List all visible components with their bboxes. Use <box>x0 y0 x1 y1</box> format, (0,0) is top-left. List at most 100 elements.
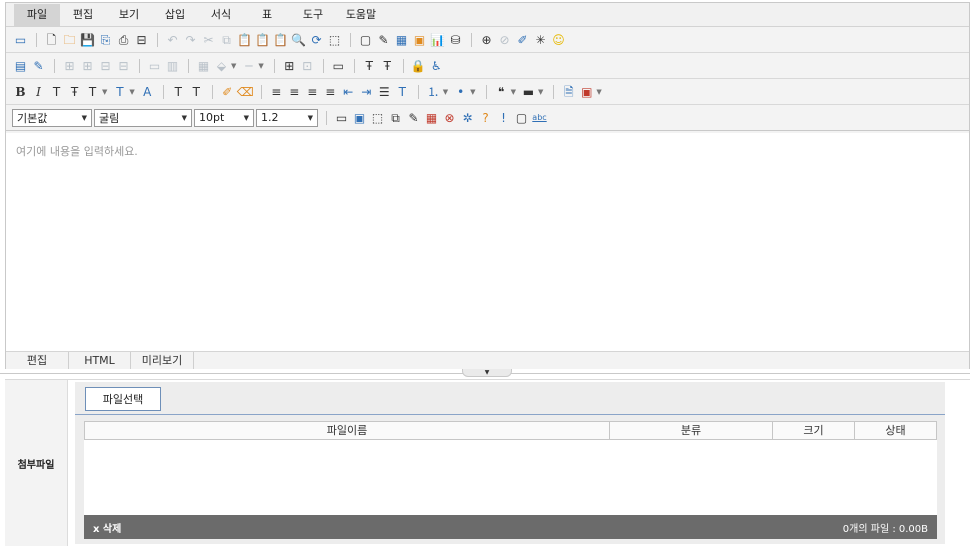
new-document-icon[interactable]: 🗋 <box>43 31 60 49</box>
align-left-icon[interactable]: ≡ <box>268 83 285 101</box>
delete-column-icon[interactable]: ⊟ <box>115 57 132 75</box>
dropdown-arrow-icon[interactable]: ▼ <box>596 88 601 96</box>
widget-icon[interactable]: ▣ <box>578 83 595 101</box>
line-height-icon[interactable]: ☰ <box>376 83 393 101</box>
blockquote-icon[interactable]: ❝ <box>493 83 510 101</box>
remove-icon[interactable]: ⊗ <box>441 109 458 127</box>
link-icon[interactable]: ⛁ <box>447 31 464 49</box>
font-color-icon[interactable]: T <box>84 83 101 101</box>
resize-handle[interactable]: ▼ <box>462 369 512 377</box>
tab-html[interactable]: HTML <box>69 352 131 369</box>
align-right-icon[interactable]: ≡ <box>304 83 321 101</box>
dropdown-arrow-icon[interactable]: ▼ <box>538 88 543 96</box>
help-icon[interactable]: ? <box>477 109 494 127</box>
tab-preview[interactable]: 미리보기 <box>131 352 194 369</box>
preview-icon[interactable]: ▢ <box>513 109 530 127</box>
text-style-icon[interactable]: Ŧ <box>361 57 378 75</box>
copy-icon[interactable]: ⧉ <box>218 31 235 49</box>
paragraph-icon[interactable]: T <box>394 83 411 101</box>
maximize-icon[interactable]: ⬚ <box>369 109 386 127</box>
save-as-icon[interactable]: ⎘ <box>97 31 114 49</box>
dropdown-arrow-icon[interactable]: ▼ <box>258 62 263 70</box>
open-icon[interactable]: ▭ <box>12 31 29 49</box>
eraser-icon[interactable]: ⌫ <box>237 83 254 101</box>
superscript-icon[interactable]: T <box>188 83 205 101</box>
accessibility-icon[interactable]: ♿ <box>428 57 445 75</box>
dropdown-arrow-icon[interactable]: ▼ <box>470 88 475 96</box>
cell-border-icon[interactable]: ─ <box>240 57 257 75</box>
info-icon[interactable]: ! <box>495 109 512 127</box>
ordered-list-icon[interactable]: ⒈ <box>425 83 442 101</box>
merge-cells-icon[interactable]: ▭ <box>146 57 163 75</box>
chart-icon[interactable]: 📊 <box>429 31 446 49</box>
table-edit-icon[interactable]: ✎ <box>30 57 47 75</box>
document-info-icon[interactable]: 🗎 <box>560 83 577 101</box>
pdf-icon[interactable]: ▦ <box>423 109 440 127</box>
menu-view[interactable]: 보기 <box>106 4 152 26</box>
clear-format-icon[interactable]: A <box>139 83 156 101</box>
undo-icon[interactable]: ↶ <box>164 31 181 49</box>
editor-content[interactable]: 여기에 내용을 입력하세요. <box>6 133 969 351</box>
abc-check-icon[interactable]: abc <box>531 109 548 127</box>
page-setup-icon[interactable]: ⊟ <box>133 31 150 49</box>
replace-icon[interactable]: ⟳ <box>308 31 325 49</box>
settings-icon[interactable]: ✲ <box>459 109 476 127</box>
indent-icon[interactable]: ⇥ <box>358 83 375 101</box>
emoticon-icon[interactable]: ☺ <box>550 31 567 49</box>
strikethrough-icon[interactable]: Ŧ <box>66 83 83 101</box>
subscript-icon[interactable]: T <box>170 83 187 101</box>
bullet-list-icon[interactable]: • <box>452 83 469 101</box>
delete-row-icon[interactable]: ⊟ <box>97 57 114 75</box>
pen-icon[interactable]: ✐ <box>514 31 531 49</box>
font-size-select[interactable]: 10pt ▼ <box>194 108 254 127</box>
menu-edit[interactable]: 편집 <box>60 4 106 26</box>
cut-icon[interactable]: ✂ <box>200 31 217 49</box>
full-screen-icon[interactable]: ▣ <box>351 109 368 127</box>
menu-insert[interactable]: 삽입 <box>152 4 198 26</box>
edit-image-icon[interactable]: ✎ <box>375 31 392 49</box>
delete-button[interactable]: x 삭제 <box>93 520 121 535</box>
layer-icon[interactable]: ▭ <box>330 57 347 75</box>
save-icon[interactable]: 💾 <box>79 31 96 49</box>
tab-edit[interactable]: 편집 <box>6 352 69 369</box>
menu-table[interactable]: 표 <box>244 4 290 26</box>
image-icon[interactable]: ▢ <box>357 31 374 49</box>
table-icon[interactable]: ▤ <box>12 57 29 75</box>
paste-special-icon[interactable]: 📋 <box>254 31 271 49</box>
horizontal-rule-icon[interactable]: ▬ <box>520 83 537 101</box>
menu-tools[interactable]: 도구 <box>290 4 336 26</box>
unlink-icon[interactable]: ⊘ <box>496 31 513 49</box>
hyperlink-icon[interactable]: ⊕ <box>478 31 495 49</box>
dropdown-arrow-icon[interactable]: ▼ <box>443 88 448 96</box>
dropdown-arrow-icon[interactable]: ▼ <box>511 88 516 96</box>
insert-row-icon[interactable]: ⊞ <box>61 57 78 75</box>
special-char-icon[interactable]: ✳ <box>532 31 549 49</box>
text-style-clear-icon[interactable]: Ŧ <box>379 57 396 75</box>
file-select-button[interactable]: 파일선택 <box>85 387 161 411</box>
menu-file[interactable]: 파일 <box>14 3 60 26</box>
spell-check-icon[interactable]: ✎ <box>405 109 422 127</box>
template-icon[interactable]: 🗀 <box>61 31 78 49</box>
redo-icon[interactable]: ↷ <box>182 31 199 49</box>
dropdown-arrow-icon[interactable]: ▼ <box>129 88 134 96</box>
format-painter-icon[interactable]: ✐ <box>219 83 236 101</box>
line-height-select[interactable]: 1.2 ▼ <box>256 108 318 127</box>
lock-icon[interactable]: 🔒 <box>410 57 427 75</box>
background-image-icon[interactable]: ▦ <box>393 31 410 49</box>
dropdown-arrow-icon[interactable]: ▼ <box>102 88 107 96</box>
menu-help[interactable]: 도움말 <box>336 4 386 26</box>
print-icon[interactable]: ⎙ <box>115 31 132 49</box>
dropdown-arrow-icon[interactable]: ▼ <box>231 62 236 70</box>
paste-text-icon[interactable]: 📋 <box>272 31 289 49</box>
find-icon[interactable]: 🔍 <box>290 31 307 49</box>
cell-fill-icon[interactable]: ⬙ <box>213 57 230 75</box>
paste-icon[interactable]: 📋 <box>236 31 253 49</box>
copy-format-icon[interactable]: ⧉ <box>387 109 404 127</box>
bold-icon[interactable]: B <box>12 83 29 101</box>
table-grid-icon[interactable]: ⊞ <box>281 57 298 75</box>
media-icon[interactable]: ▣ <box>411 31 428 49</box>
underline-icon[interactable]: T <box>48 83 65 101</box>
align-justify-icon[interactable]: ≡ <box>322 83 339 101</box>
cell-properties-icon[interactable]: ▦ <box>195 57 212 75</box>
split-cells-icon[interactable]: ▥ <box>164 57 181 75</box>
